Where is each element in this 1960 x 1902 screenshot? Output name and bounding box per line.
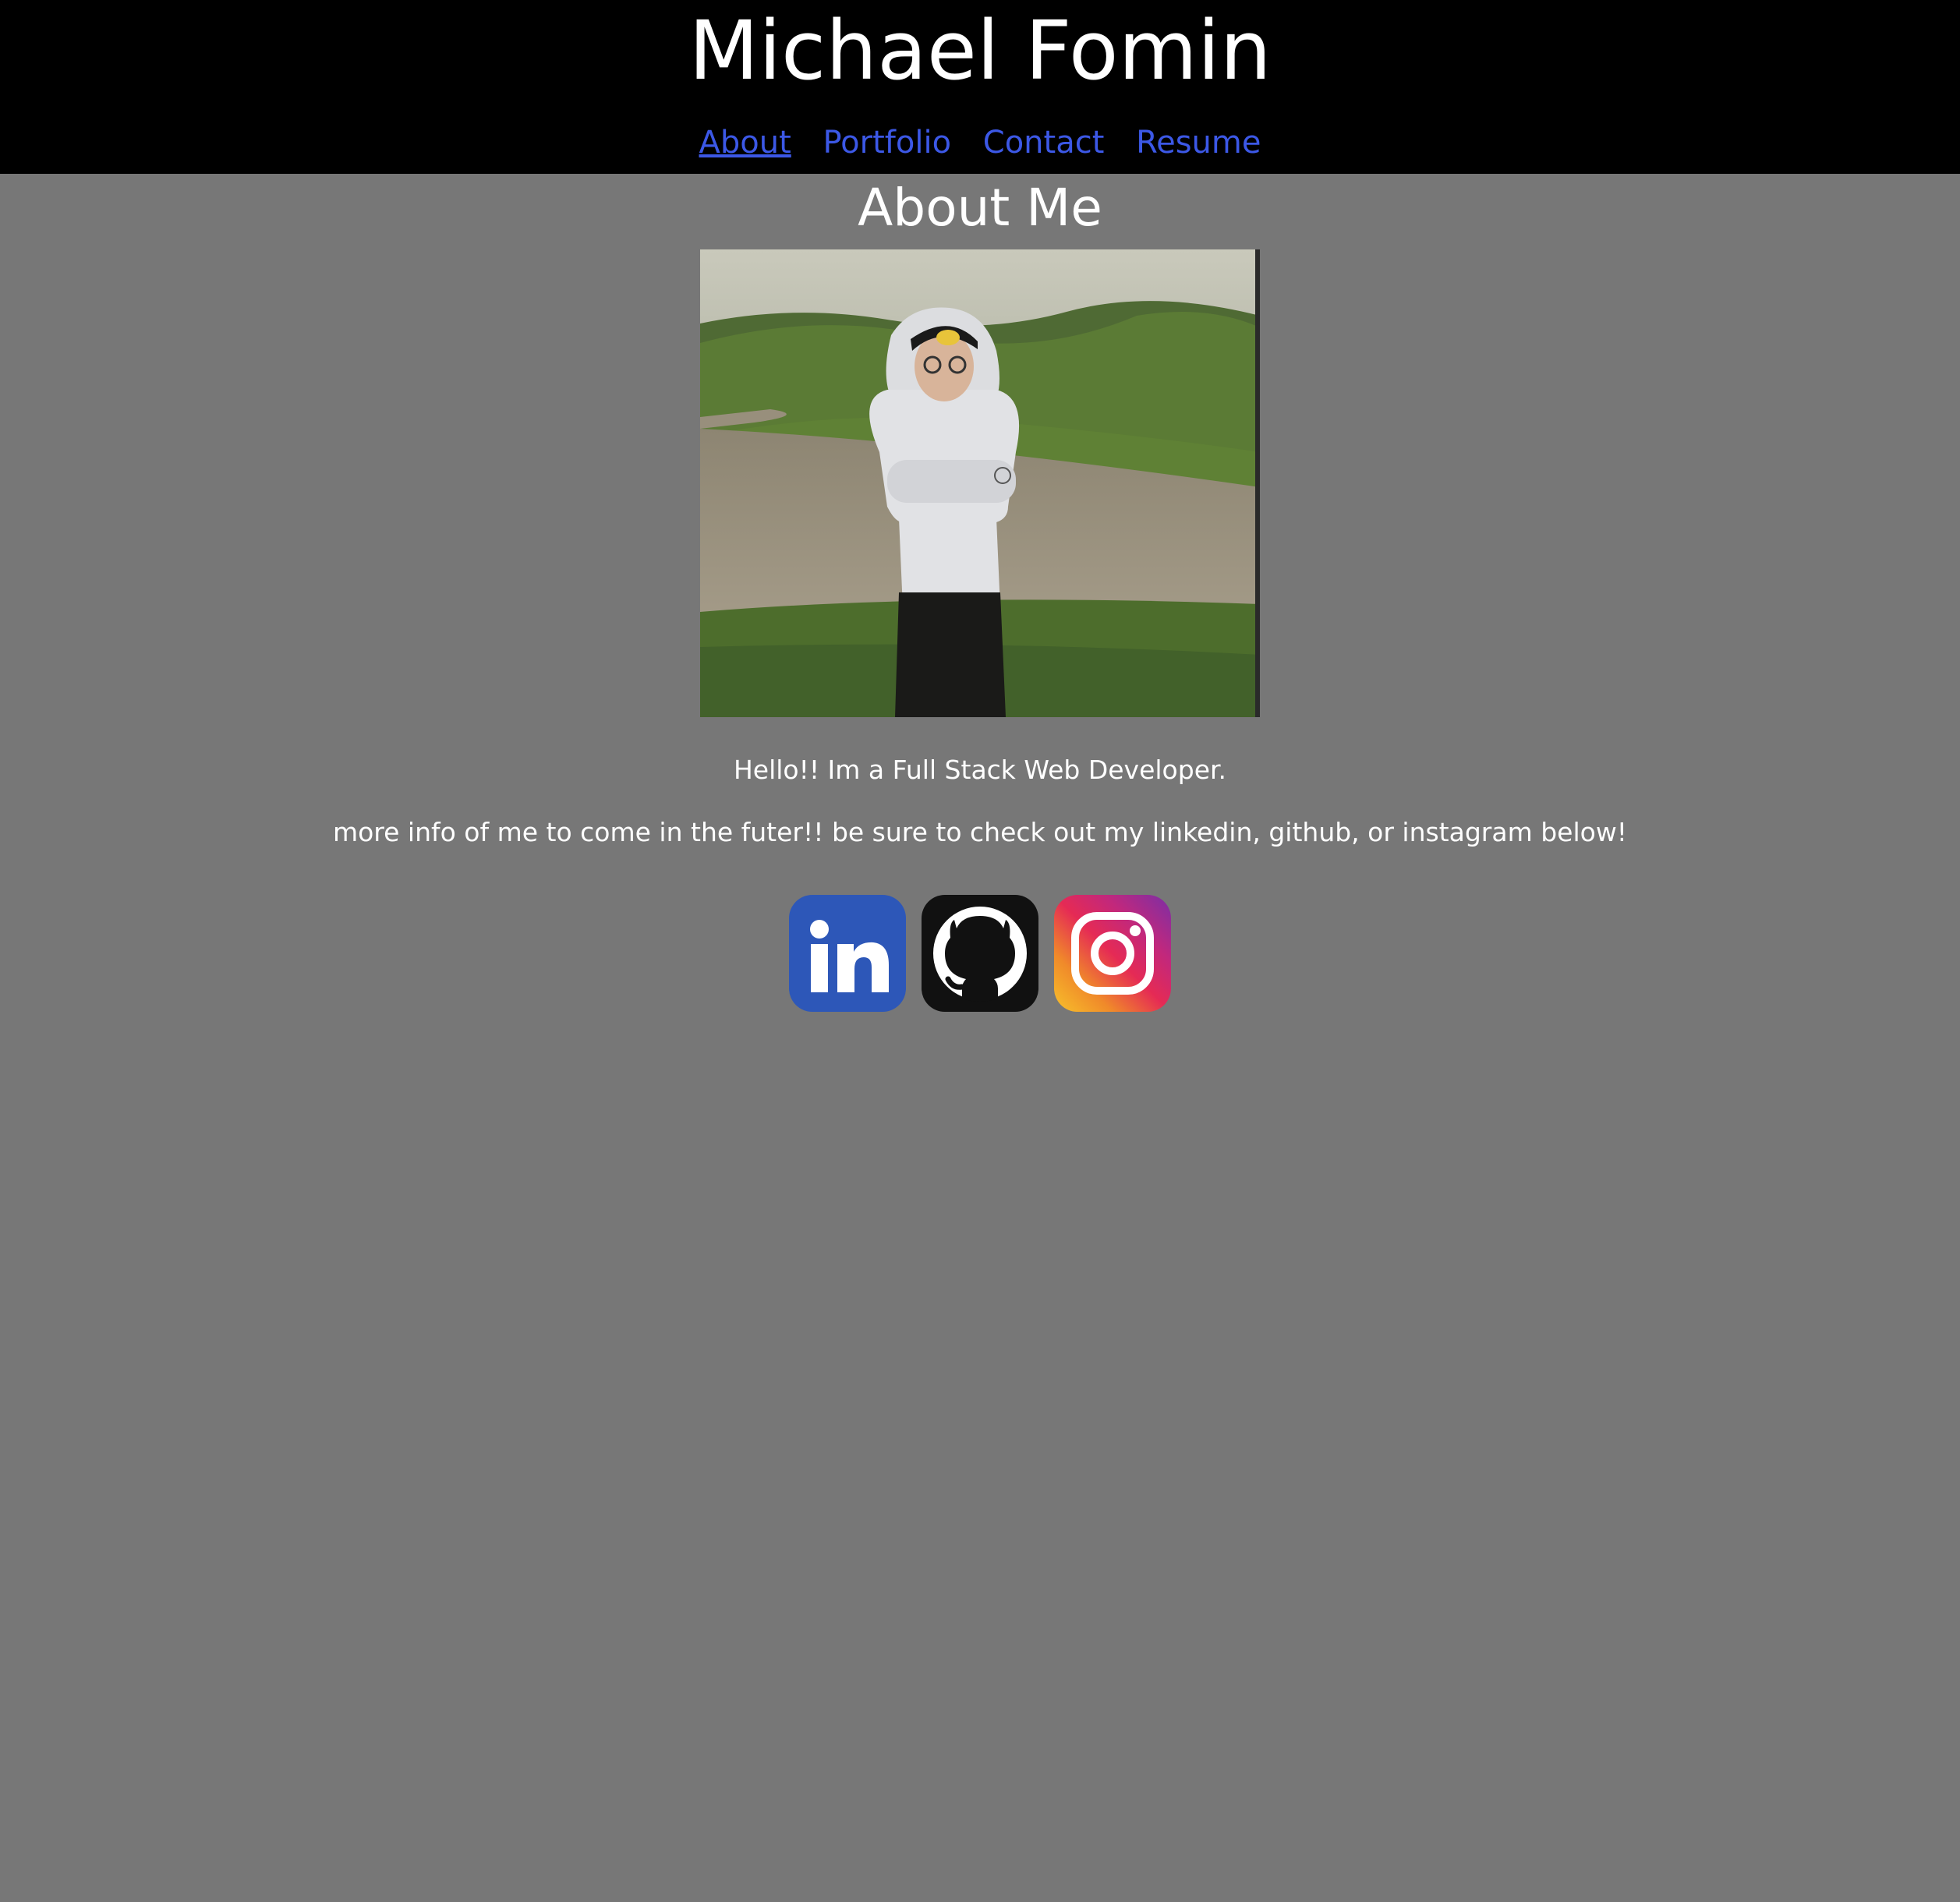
linkedin-link[interactable]	[789, 895, 906, 1012]
bio-text: Hello!! Im a Full Stack Web Developer. m…	[0, 755, 1960, 848]
site-title: Michael Fomin	[688, 3, 1272, 98]
nav-link-about[interactable]: About	[699, 125, 791, 161]
social-links	[0, 895, 1960, 1012]
bio-intro: Hello!! Im a Full Stack Web Developer.	[733, 755, 1227, 785]
instagram-icon	[1071, 912, 1154, 995]
section-title: About Me	[858, 178, 1102, 238]
github-icon	[933, 907, 1027, 1002]
instagram-link[interactable]	[1054, 895, 1171, 1012]
nav-link-portfolio[interactable]: Portfolio	[823, 125, 951, 161]
linkedin-icon	[810, 920, 889, 992]
nav-link-resume[interactable]: Resume	[1136, 125, 1261, 161]
profile-photo	[700, 249, 1260, 717]
main-nav: About Portfolio Contact Resume	[0, 123, 1960, 162]
site-header: Michael Fomin About Portfolio Contact Re…	[0, 0, 1960, 174]
about-section: About Me Hello!! Im a Full Stack Web Dev…	[0, 174, 1960, 1012]
github-link[interactable]	[922, 895, 1038, 1012]
nav-link-contact[interactable]: Contact	[983, 125, 1105, 161]
bio-more-info: more info of me to come in the futer!! b…	[332, 817, 1628, 847]
